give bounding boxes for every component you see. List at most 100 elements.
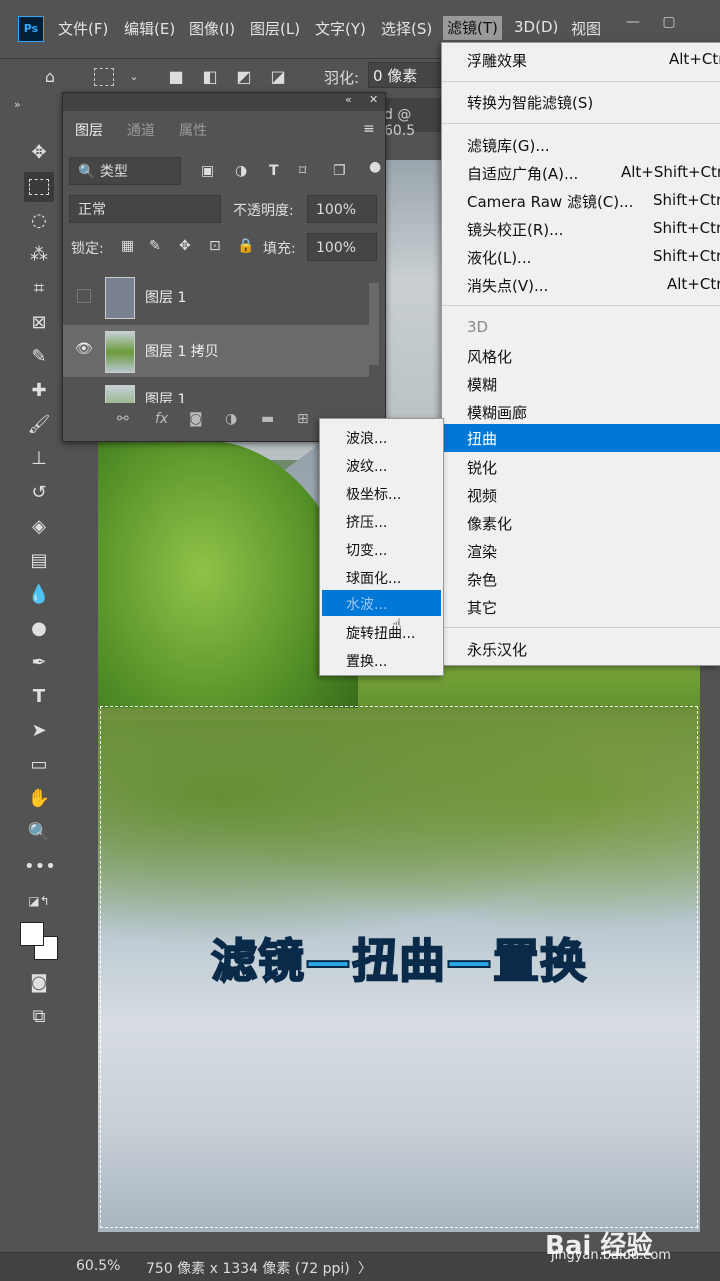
panel-titlebar[interactable]: « ✕	[63, 93, 385, 111]
more-tools-icon[interactable]: •••	[24, 852, 56, 882]
home-icon[interactable]: ⌂	[38, 65, 62, 89]
filter-shape-icon[interactable]: ⌑	[299, 163, 306, 179]
menu-3d[interactable]: 3D(D)	[514, 18, 558, 36]
clone-stamp-tool-icon[interactable]: ⊥	[24, 444, 54, 474]
panel-close-icon[interactable]: ✕	[369, 93, 378, 106]
document-tab[interactable]: d @ 60.5	[384, 98, 442, 139]
lock-transparent-icon[interactable]: ▦	[121, 238, 134, 254]
subtract-selection-icon[interactable]: ◩	[232, 65, 256, 89]
hand-tool-icon[interactable]: ✋	[24, 784, 54, 814]
filter-pixel-icon[interactable]: ▣	[201, 163, 214, 179]
menu-layer[interactable]: 图层(L)	[250, 18, 300, 39]
submenu-item-pinch[interactable]: 挤压...	[322, 508, 441, 534]
intersect-selection-icon[interactable]: ◪	[266, 65, 290, 89]
submenu-item-spherize[interactable]: 球面化...	[322, 564, 441, 590]
opacity-input[interactable]: 100%	[307, 195, 377, 223]
path-selection-tool-icon[interactable]: ➤	[24, 716, 54, 746]
submenu-item-displace[interactable]: 置换...	[322, 647, 441, 673]
lock-paint-icon[interactable]: ✎	[149, 238, 161, 254]
menu-type[interactable]: 文字(Y)	[315, 18, 366, 39]
new-group-icon[interactable]: ▬	[261, 411, 274, 427]
toolbar-collapse-icon[interactable]: »	[14, 98, 58, 112]
gradient-tool-icon[interactable]: ▤	[24, 546, 54, 576]
menu-item-distort[interactable]: 扭曲	[442, 424, 720, 452]
lock-artboard-icon[interactable]: ⊡	[209, 238, 221, 254]
fill-input[interactable]: 100%	[307, 233, 377, 261]
adjustment-layer-icon[interactable]: ◑	[225, 411, 237, 427]
minimize-button[interactable]: —	[620, 14, 646, 34]
filter-adjustment-icon[interactable]: ◑	[235, 163, 247, 179]
filter-type-icon[interactable]: T	[269, 163, 279, 179]
tab-layers[interactable]: 图层	[65, 115, 113, 147]
visibility-toggle[interactable]	[77, 289, 91, 303]
foreground-color-swatch[interactable]	[20, 922, 44, 946]
layer-row[interactable]: 图层 1	[63, 271, 369, 323]
menu-item-adaptive-wide[interactable]: 自适应广角(A)... Alt+Shift+Ctr	[442, 159, 720, 187]
menu-select[interactable]: 选择(S)	[381, 18, 432, 39]
add-selection-icon[interactable]: ◧	[198, 65, 222, 89]
menu-item-blur-gallery[interactable]: 模糊画廊	[442, 398, 720, 426]
blend-mode-select[interactable]: 正常	[69, 195, 221, 223]
tab-properties[interactable]: 属性	[169, 115, 217, 147]
menu-item-camera-raw[interactable]: Camera Raw 滤镜(C)... Shift+Ctr	[442, 187, 720, 215]
move-tool-icon[interactable]: ✥	[24, 138, 54, 168]
eye-icon[interactable]: 👁	[75, 341, 93, 357]
menu-item-emboss[interactable]: 浮雕效果 Alt+Ctr	[442, 46, 720, 74]
lock-position-icon[interactable]: ✥	[179, 238, 191, 254]
submenu-item-zigzag[interactable]: 水波...	[322, 590, 441, 616]
menu-file[interactable]: 文件(F)	[58, 18, 108, 39]
screen-mode-icon[interactable]: ⧉	[24, 1002, 54, 1032]
panel-collapse-icon[interactable]: «	[345, 93, 352, 106]
menu-item-render[interactable]: 渲染	[442, 537, 720, 565]
menu-edit[interactable]: 编辑(E)	[124, 18, 175, 39]
menu-item-other[interactable]: 其它	[442, 593, 720, 621]
menu-item-lens-correction[interactable]: 镜头校正(R)... Shift+Ctr	[442, 215, 720, 243]
zoom-level[interactable]: 60.5%	[76, 1258, 120, 1274]
status-arrow-icon[interactable]: 〉	[358, 1258, 372, 1278]
menu-image[interactable]: 图像(I)	[189, 18, 235, 39]
menu-item-vanishing-point[interactable]: 消失点(V)... Alt+Ctr	[442, 271, 720, 299]
chevron-down-icon[interactable]: ⌄	[122, 65, 146, 89]
fx-icon[interactable]: fx	[155, 411, 168, 427]
menu-item-convert-smart[interactable]: 转换为智能滤镜(S)	[442, 88, 720, 116]
menu-item-noise[interactable]: 杂色	[442, 565, 720, 593]
blur-tool-icon[interactable]: 💧	[24, 580, 54, 610]
default-colors-icon[interactable]: ◪↰	[24, 886, 54, 916]
eraser-tool-icon[interactable]: ◈	[24, 512, 54, 542]
menu-item-blur[interactable]: 模糊	[442, 370, 720, 398]
filter-toggle-icon[interactable]: ●	[369, 159, 381, 175]
layers-scrollbar[interactable]	[369, 283, 379, 365]
lasso-tool-icon[interactable]: ◌	[24, 206, 54, 236]
lock-all-icon[interactable]: 🔒	[237, 238, 254, 254]
pen-tool-icon[interactable]: ✒	[24, 648, 54, 678]
quick-mask-icon[interactable]: ◙	[24, 968, 54, 998]
maximize-button[interactable]: ▢	[656, 14, 682, 34]
eyedropper-tool-icon[interactable]: ✎	[24, 342, 54, 372]
frame-tool-icon[interactable]: ⊠	[24, 308, 54, 338]
feather-input[interactable]: 0 像素	[368, 62, 442, 88]
crop-tool-icon[interactable]: ⌗	[24, 274, 54, 304]
menu-item-pixelate[interactable]: 像素化	[442, 509, 720, 537]
menu-item-yongle[interactable]: 永乐汉化	[442, 635, 720, 663]
history-brush-tool-icon[interactable]: ↺	[24, 478, 54, 508]
submenu-item-wave[interactable]: 波浪...	[322, 424, 441, 450]
menu-item-stylize[interactable]: 风格化	[442, 342, 720, 370]
menu-item-video[interactable]: 视频	[442, 481, 720, 509]
filter-smartobject-icon[interactable]: ❐	[333, 163, 346, 179]
link-layers-icon[interactable]: ⚯	[117, 411, 129, 427]
menu-item-filter-gallery[interactable]: 滤镜库(G)...	[442, 131, 720, 159]
panel-menu-icon[interactable]: ≡	[363, 121, 375, 137]
healing-brush-tool-icon[interactable]: ✚	[24, 376, 54, 406]
submenu-item-twirl[interactable]: 旋转扭曲...	[322, 619, 441, 645]
submenu-item-ripple[interactable]: 波纹...	[322, 452, 441, 478]
marquee-tool-icon[interactable]	[24, 172, 54, 202]
add-mask-icon[interactable]: ◙	[189, 411, 203, 427]
tab-channels[interactable]: 通道	[117, 115, 165, 147]
type-tool-icon[interactable]: T	[24, 682, 54, 712]
zoom-tool-icon[interactable]: 🔍	[24, 818, 54, 848]
quick-select-tool-icon[interactable]: ⁂	[24, 240, 54, 270]
submenu-item-shear[interactable]: 切变...	[322, 536, 441, 562]
menu-filter[interactable]: 滤镜(T)	[443, 16, 502, 40]
submenu-item-polar[interactable]: 极坐标...	[322, 480, 441, 506]
layer-filter-select[interactable]: 🔍 类型	[69, 157, 181, 185]
